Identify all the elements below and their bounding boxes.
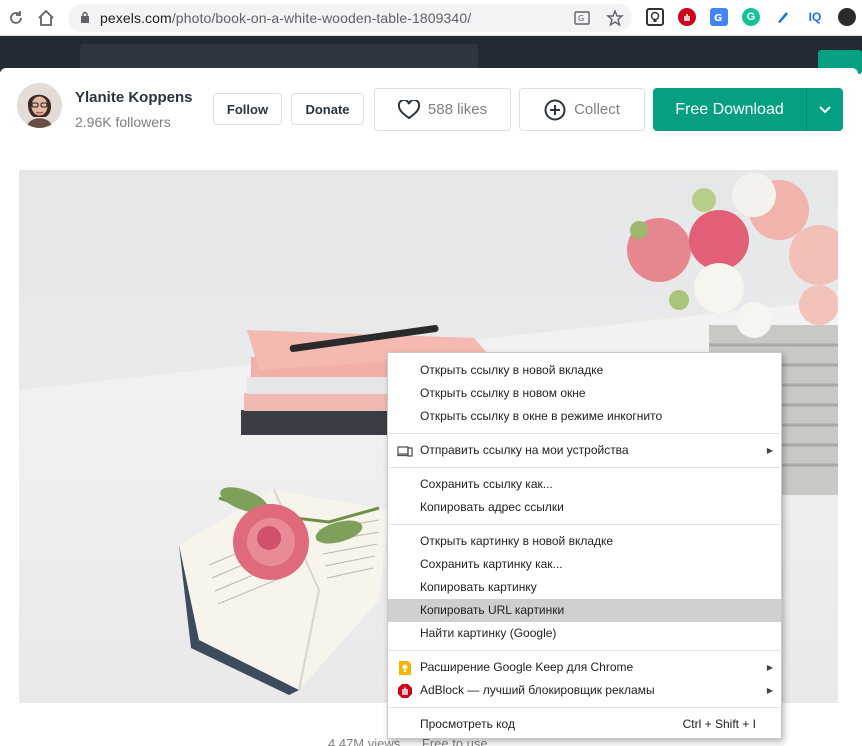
menu-save-image-as[interactable]: Сохранить картинку как... <box>388 553 781 576</box>
home-icon[interactable] <box>34 6 58 30</box>
grammarly-extension-icon[interactable]: G <box>742 8 760 26</box>
adblock-icon <box>398 684 412 698</box>
menu-inspect-shortcut: Ctrl + Shift + I <box>682 717 756 731</box>
avatar[interactable] <box>17 83 62 128</box>
menu-separator <box>389 524 780 525</box>
svg-text:G: G <box>578 14 584 23</box>
bookmark-star-icon[interactable] <box>606 9 624 27</box>
download-options-button[interactable] <box>806 88 843 131</box>
submenu-arrow-icon: ▶ <box>766 663 773 672</box>
menu-send-link-devices-label: Отправить ссылку на мои устройства <box>420 443 629 457</box>
address-bar[interactable]: pexels.com/photo/book-on-a-white-wooden-… <box>68 4 632 32</box>
collect-button[interactable]: Collect <box>519 88 645 131</box>
author-followers: 2.96K followers <box>75 114 171 130</box>
likes-count: 588 likes <box>427 101 488 118</box>
chevron-down-icon <box>819 105 831 113</box>
menu-adblock-label: AdBlock — лучший блокировщик рекламы <box>420 683 655 697</box>
donate-button[interactable]: Donate <box>291 93 364 125</box>
menu-google-keep-extension[interactable]: Расширение Google Keep для Chrome ▶ <box>388 656 781 679</box>
devices-icon <box>397 446 413 457</box>
menu-separator <box>389 467 780 468</box>
menu-copy-image-url[interactable]: Копировать URL картинки <box>388 599 781 622</box>
plus-circle-icon <box>544 99 566 120</box>
menu-open-image-new-tab[interactable]: Открыть картинку в новой вкладке <box>388 530 781 553</box>
keep-extension-icon[interactable] <box>646 8 664 26</box>
heart-icon <box>397 99 420 119</box>
menu-save-link-as[interactable]: Сохранить ссылку как... <box>388 473 781 496</box>
follow-button[interactable]: Follow <box>213 93 282 125</box>
menu-inspect[interactable]: Просмотреть код Ctrl + Shift + I <box>388 713 781 736</box>
submenu-arrow-icon: ▶ <box>766 446 773 455</box>
pen-extension-icon[interactable] <box>774 8 792 26</box>
free-download-button[interactable]: Free Download <box>653 88 806 131</box>
menu-separator <box>389 707 780 708</box>
menu-open-link-new-window[interactable]: Открыть ссылку в новом окне <box>388 382 781 405</box>
like-button[interactable]: 588 likes <box>374 88 511 131</box>
url-path: /photo/book-on-a-white-wooden-table-1809… <box>171 10 472 26</box>
lock-icon <box>81 11 89 23</box>
menu-search-image-google[interactable]: Найти картинку (Google) <box>388 622 781 645</box>
site-header <box>0 36 862 76</box>
menu-google-keep-label: Расширение Google Keep для Chrome <box>420 660 634 674</box>
url-text: pexels.com/photo/book-on-a-white-wooden-… <box>100 10 471 26</box>
refresh-icon[interactable] <box>4 6 28 30</box>
menu-open-link-incognito[interactable]: Открыть ссылку в окне в режиме инкогнито <box>388 405 781 428</box>
svg-text:G: G <box>714 13 722 23</box>
menu-send-link-devices[interactable]: Отправить ссылку на мои устройства ▶ <box>388 439 781 462</box>
submenu-arrow-icon: ▶ <box>766 686 773 695</box>
menu-copy-image[interactable]: Копировать картинку <box>388 576 781 599</box>
iq-extension-icon[interactable]: IQ <box>806 8 824 26</box>
author-name[interactable]: Ylanite Koppens <box>75 89 193 106</box>
url-domain: pexels.com <box>100 10 172 26</box>
keep-icon <box>399 661 411 675</box>
context-menu: Открыть ссылку в новой вкладке Открыть с… <box>387 352 782 739</box>
menu-inspect-label: Просмотреть код <box>420 717 515 731</box>
collect-label: Collect <box>574 101 620 118</box>
menu-open-link-new-tab[interactable]: Открыть ссылку в новой вкладке <box>388 359 781 382</box>
ninja-extension-icon[interactable] <box>838 8 856 26</box>
browser-toolbar: pexels.com/photo/book-on-a-white-wooden-… <box>0 0 862 36</box>
adblock-extension-icon[interactable] <box>678 8 696 26</box>
menu-separator <box>389 650 780 651</box>
translate-extension-icon[interactable]: G <box>710 8 728 26</box>
translate-page-icon[interactable]: G <box>573 9 591 27</box>
menu-copy-link-address[interactable]: Копировать адрес ссылки <box>388 496 781 519</box>
menu-adblock[interactable]: AdBlock — лучший блокировщик рекламы ▶ <box>388 679 781 702</box>
menu-separator <box>389 433 780 434</box>
